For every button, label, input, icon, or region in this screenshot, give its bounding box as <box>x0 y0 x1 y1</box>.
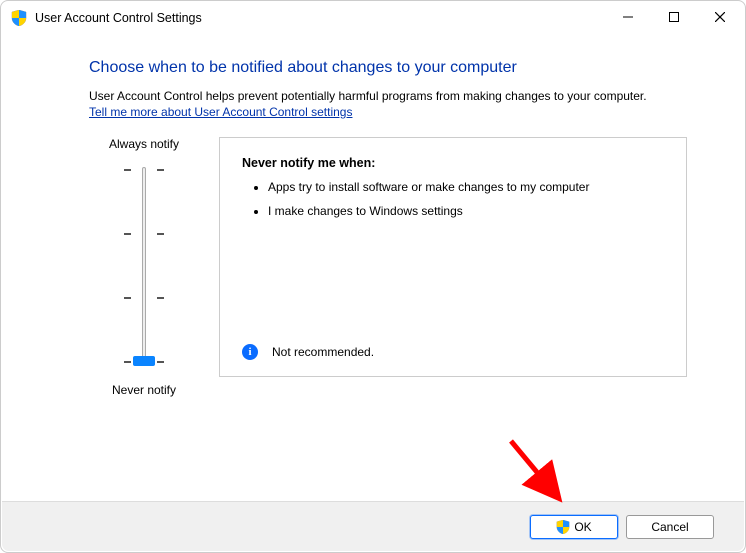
slider-tick <box>124 297 131 299</box>
button-bar: OK Cancel <box>2 501 744 551</box>
window-controls <box>605 1 743 35</box>
slider-tick <box>157 297 164 299</box>
detail-bullet: I make changes to Windows settings <box>268 204 664 218</box>
page-description: User Account Control helps prevent poten… <box>89 89 687 103</box>
body-row: Always notify Never notify Never notify … <box>89 137 687 397</box>
window-title: User Account Control Settings <box>35 11 605 25</box>
detail-title: Never notify me when: <box>242 156 664 170</box>
slider-bottom-label: Never notify <box>112 383 176 397</box>
slider-column: Always notify Never notify <box>89 137 199 397</box>
cancel-button[interactable]: Cancel <box>626 515 714 539</box>
recommendation-row: i Not recommended. <box>242 344 664 362</box>
detail-panel: Never notify me when: Apps try to instal… <box>219 137 687 377</box>
uac-shield-icon <box>556 520 570 534</box>
notification-slider[interactable] <box>114 161 174 371</box>
titlebar: User Account Control Settings <box>1 1 745 35</box>
slider-tick <box>124 233 131 235</box>
close-button[interactable] <box>697 1 743 33</box>
slider-tick <box>157 361 164 363</box>
maximize-button[interactable] <box>651 1 697 33</box>
detail-list: Apps try to install software or make cha… <box>246 180 664 228</box>
page-heading: Choose when to be notified about changes… <box>89 59 687 77</box>
cancel-button-label: Cancel <box>651 520 688 534</box>
close-icon <box>715 12 725 22</box>
ok-button-label: OK <box>574 520 591 534</box>
recommendation-text: Not recommended. <box>272 345 374 359</box>
minimize-icon <box>623 12 633 22</box>
ok-button[interactable]: OK <box>530 515 618 539</box>
detail-bullet: Apps try to install software or make cha… <box>268 180 664 194</box>
slider-tick <box>124 361 131 363</box>
slider-tick <box>157 233 164 235</box>
info-icon: i <box>242 344 258 360</box>
slider-tick <box>124 169 131 171</box>
maximize-icon <box>669 12 679 22</box>
slider-thumb[interactable] <box>133 356 155 366</box>
slider-top-label: Always notify <box>109 137 179 151</box>
uac-shield-icon <box>11 10 27 26</box>
help-link[interactable]: Tell me more about User Account Control … <box>89 105 352 119</box>
slider-tick <box>157 169 164 171</box>
content-area: Choose when to be notified about changes… <box>1 35 745 407</box>
slider-track <box>142 167 146 365</box>
minimize-button[interactable] <box>605 1 651 33</box>
